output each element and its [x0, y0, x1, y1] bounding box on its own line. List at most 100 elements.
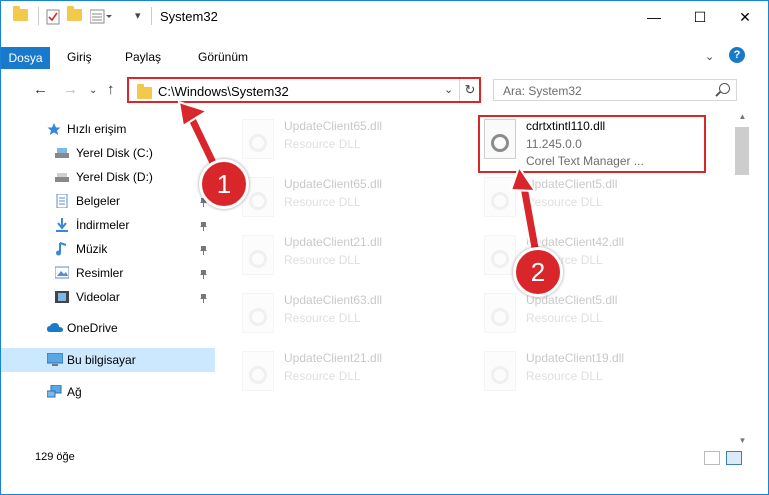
new-folder-icon[interactable] [67, 6, 82, 25]
vertical-scrollbar[interactable]: ▲ ▼ [734, 109, 751, 449]
file-name: UpdateClient63.dll [284, 293, 383, 307]
search-icon [719, 83, 730, 94]
sidebar-item-pictures[interactable]: Resimler [1, 261, 215, 285]
scroll-up-icon[interactable]: ▲ [734, 109, 751, 125]
file-name: UpdateClient65.dll [284, 119, 383, 133]
dll-file-icon [484, 177, 516, 217]
list-item[interactable]: UpdateClient21.dll Resource DLL [242, 231, 472, 287]
file-type: Resource DLL [284, 253, 361, 267]
sidebar-item-label: Bu bilgisayar [67, 353, 136, 367]
file-name: UpdateClient21.dll [284, 351, 383, 365]
list-item[interactable]: UpdateClient65.dll Resource DLL [242, 173, 472, 229]
sidebar-item-downloads[interactable]: İndirmeler [1, 213, 215, 237]
title-bar: ▾ System32 — ☐ ✕ [1, 1, 768, 33]
file-name: UpdateClient21.dll [284, 235, 383, 249]
details-view-icon[interactable] [704, 451, 720, 465]
forward-arrow-icon[interactable]: → [63, 81, 78, 98]
download-icon [55, 218, 69, 232]
dll-file-icon [242, 119, 274, 159]
dll-file-icon [242, 351, 274, 391]
cloud-icon [47, 321, 63, 335]
list-item[interactable]: UpdateClient63.dll Resource DLL [242, 289, 472, 345]
sidebar-item-documents[interactable]: Belgeler [1, 189, 215, 213]
sidebar-item-local-disk-d[interactable]: Yerel Disk (D:) [1, 165, 215, 189]
address-row: ← → ⌄ ↑ C:\Windows\System32 ⌄ ↻ Ara: Sys… [1, 73, 768, 109]
window-title: System32 [160, 9, 218, 24]
sidebar-item-local-disk-c[interactable]: Yerel Disk (C:) [1, 141, 215, 165]
back-arrow-icon[interactable]: ← [33, 81, 48, 98]
tab-view[interactable]: Görünüm [198, 50, 248, 64]
sidebar-item-music[interactable]: Müzik [1, 237, 215, 261]
refresh-icon[interactable]: ↻ [459, 79, 480, 101]
drive-icon [55, 170, 69, 184]
properties-icon[interactable] [46, 9, 60, 25]
sidebar-item-network[interactable]: Ağ [1, 380, 215, 404]
minimize-button[interactable]: — [631, 1, 677, 33]
recent-locations-icon[interactable]: ⌄ [89, 85, 97, 96]
pin-icon[interactable] [200, 220, 207, 231]
highlight-box [478, 115, 706, 173]
navigation-pane: Hızlı erişim Yerel Disk (C:) Yerel Disk … [1, 109, 215, 439]
list-item[interactable]: UpdateClient21.dll Resource DLL [242, 347, 472, 403]
file-type: Resource DLL [526, 195, 603, 209]
close-button[interactable]: ✕ [722, 1, 768, 33]
sidebar-item-label: Belgeler [76, 194, 121, 208]
address-path: C:\Windows\System32 [158, 84, 289, 99]
file-type: Resource DLL [284, 311, 361, 325]
scroll-thumb[interactable] [735, 127, 749, 175]
status-bar: 129 öğe [1, 449, 768, 471]
divider [38, 7, 39, 25]
sidebar-item-label: Ağ [67, 385, 82, 399]
tab-file[interactable]: Dosya [1, 47, 50, 69]
videos-icon [55, 290, 69, 304]
pin-icon[interactable] [200, 268, 207, 279]
folder-icon [13, 6, 28, 25]
tab-home[interactable]: Giriş [67, 50, 92, 64]
documents-icon [55, 193, 69, 209]
drive-icon [55, 146, 69, 160]
sidebar-item-label: OneDrive [67, 321, 118, 335]
address-bar[interactable]: C:\Windows\System32 ⌄ ↻ [127, 77, 481, 103]
large-icons-view-icon[interactable] [726, 451, 742, 465]
list-item[interactable]: UpdateClient65.dll Resource DLL [242, 115, 472, 171]
sidebar-item-onedrive[interactable]: OneDrive [1, 316, 215, 340]
up-arrow-icon[interactable]: ↑ [107, 81, 115, 98]
tab-share[interactable]: Paylaş [125, 50, 161, 64]
file-name: UpdateClient5.dll [526, 177, 618, 191]
network-icon [46, 384, 62, 399]
item-count: 129 öğe [35, 451, 75, 463]
file-name: UpdateClient65.dll [284, 177, 383, 191]
customize-toolbar-icon[interactable] [89, 9, 112, 25]
ribbon: Dosya Giriş Paylaş Görünüm ⌄ ? [1, 33, 768, 73]
file-type: Resource DLL [526, 311, 603, 325]
file-name: UpdateClient19.dll [526, 351, 625, 365]
chevron-down-icon[interactable]: ⌄ [444, 83, 453, 96]
scroll-down-icon[interactable]: ▼ [734, 433, 751, 449]
pin-icon[interactable] [200, 292, 207, 303]
list-item[interactable]: UpdateClient5.dll Resource DLL [484, 173, 714, 229]
divider [151, 7, 152, 25]
folder-icon [137, 84, 152, 99]
explorer-window: ▾ System32 — ☐ ✕ Dosya Giriş Paylaş Görü… [0, 0, 769, 495]
list-item[interactable]: UpdateClient5.dll Resource DLL [484, 289, 714, 345]
list-item[interactable]: UpdateClient19.dll Resource DLL [484, 347, 714, 403]
dll-file-icon [484, 293, 516, 333]
dll-file-icon [242, 235, 274, 275]
dll-file-icon [484, 351, 516, 391]
sidebar-item-quick-access[interactable]: Hızlı erişim [1, 117, 215, 141]
dll-file-icon [484, 235, 516, 275]
file-type: Resource DLL [284, 369, 361, 383]
step-1-badge: 1 [199, 159, 249, 209]
expand-ribbon-icon[interactable]: ⌄ [705, 50, 714, 63]
chevron-down-icon[interactable]: ▾ [135, 9, 141, 25]
help-icon[interactable]: ? [729, 47, 745, 63]
sidebar-item-videos[interactable]: Videolar [1, 285, 215, 309]
file-type: Resource DLL [284, 137, 361, 151]
sidebar-item-this-pc[interactable]: Bu bilgisayar [1, 348, 215, 372]
star-icon [47, 122, 61, 136]
pin-icon[interactable] [200, 244, 207, 255]
step-2-badge: 2 [513, 247, 563, 297]
sidebar-item-label: İndirmeler [76, 218, 130, 232]
search-input[interactable]: Ara: System32 [493, 79, 737, 101]
maximize-button[interactable]: ☐ [677, 1, 723, 33]
